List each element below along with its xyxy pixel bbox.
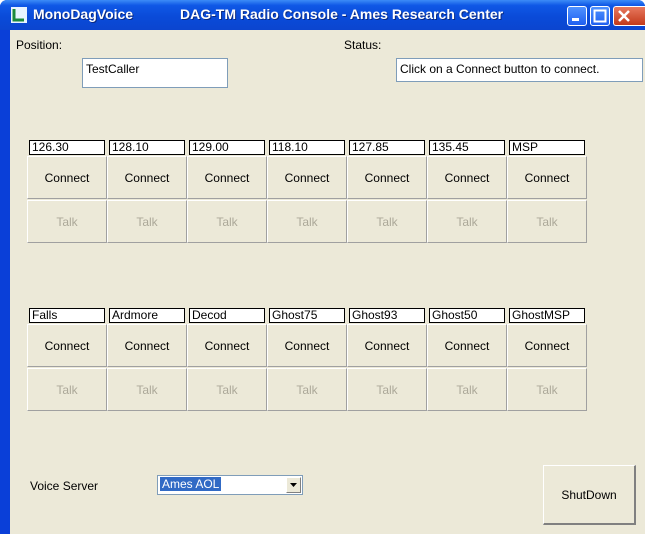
connect-button[interactable]: Connect bbox=[107, 324, 187, 367]
connect-button[interactable]: Connect bbox=[27, 324, 107, 367]
talk-button[interactable]: Talk bbox=[347, 368, 427, 411]
channel-label-field[interactable]: Ghost75 bbox=[269, 308, 345, 323]
connect-button[interactable]: Connect bbox=[27, 156, 107, 199]
connect-button[interactable]: Connect bbox=[187, 156, 267, 199]
title-bar[interactable]: MonoDagVoice DAG-TM Radio Console - Ames… bbox=[0, 0, 645, 30]
app-icon bbox=[11, 7, 27, 23]
channel-label-field[interactable]: Ghost50 bbox=[429, 308, 505, 323]
position-value: TestCaller bbox=[86, 62, 140, 76]
channel-label-field[interactable]: 126.30 bbox=[29, 140, 105, 155]
talk-button[interactable]: Talk bbox=[507, 200, 587, 243]
connect-button[interactable]: Connect bbox=[347, 324, 427, 367]
shutdown-label: ShutDown bbox=[561, 487, 617, 502]
voice-server-label: Voice Server bbox=[30, 479, 99, 493]
connect-button[interactable]: Connect bbox=[187, 324, 267, 367]
minimize-icon bbox=[572, 18, 579, 21]
channel-label-field[interactable]: 127.85 bbox=[349, 140, 425, 155]
talk-button[interactable]: Talk bbox=[427, 200, 507, 243]
channel-label-field[interactable]: GhostMSP bbox=[509, 308, 585, 323]
maximize-button[interactable] bbox=[590, 6, 610, 26]
connect-button[interactable]: Connect bbox=[507, 156, 587, 199]
channel-label-field[interactable]: MSP bbox=[509, 140, 585, 155]
position-field[interactable]: TestCaller bbox=[82, 58, 228, 88]
talk-button[interactable]: Talk bbox=[267, 200, 347, 243]
connect-button[interactable]: Connect bbox=[507, 324, 587, 367]
close-icon bbox=[618, 10, 630, 22]
talk-button[interactable]: Talk bbox=[347, 200, 427, 243]
talk-button[interactable]: Talk bbox=[27, 368, 107, 411]
shutdown-button[interactable]: ShutDown bbox=[543, 465, 636, 525]
position-label: Position: bbox=[16, 38, 63, 52]
window-title: DAG-TM Radio Console - Ames Research Cen… bbox=[180, 6, 504, 22]
connect-button[interactable]: Connect bbox=[427, 156, 507, 199]
voice-server-value: Ames AOL bbox=[160, 477, 222, 491]
channel-label-field[interactable]: Decod bbox=[189, 308, 265, 323]
talk-button[interactable]: Talk bbox=[27, 200, 107, 243]
minimize-button[interactable] bbox=[567, 6, 587, 26]
channel-label-field[interactable]: Falls bbox=[29, 308, 105, 323]
chevron-down-icon bbox=[290, 483, 297, 487]
status-value: Click on a Connect button to connect. bbox=[400, 62, 600, 76]
channel-label-field[interactable]: Ardmore bbox=[109, 308, 185, 323]
talk-button[interactable]: Talk bbox=[187, 200, 267, 243]
maximize-icon bbox=[593, 9, 607, 23]
client-area: Position: TestCaller Status: Click on a … bbox=[10, 30, 645, 534]
status-label: Status: bbox=[344, 38, 382, 52]
connect-button[interactable]: Connect bbox=[347, 156, 427, 199]
connect-button[interactable]: Connect bbox=[267, 156, 347, 199]
close-button[interactable] bbox=[613, 6, 645, 26]
talk-button[interactable]: Talk bbox=[427, 368, 507, 411]
connect-button[interactable]: Connect bbox=[107, 156, 187, 199]
channel-label-field[interactable]: 128.10 bbox=[109, 140, 185, 155]
app-window: MonoDagVoice DAG-TM Radio Console - Ames… bbox=[0, 0, 645, 534]
talk-button[interactable]: Talk bbox=[267, 368, 347, 411]
connect-button[interactable]: Connect bbox=[427, 324, 507, 367]
dropdown-button[interactable] bbox=[286, 477, 301, 493]
connect-button[interactable]: Connect bbox=[267, 324, 347, 367]
status-field: Click on a Connect button to connect. bbox=[396, 58, 643, 82]
talk-button[interactable]: Talk bbox=[507, 368, 587, 411]
talk-button[interactable]: Talk bbox=[107, 200, 187, 243]
talk-button[interactable]: Talk bbox=[107, 368, 187, 411]
app-name: MonoDagVoice bbox=[33, 6, 134, 22]
channel-label-field[interactable]: Ghost93 bbox=[349, 308, 425, 323]
channel-label-field[interactable]: 129.00 bbox=[189, 140, 265, 155]
channel-label-field[interactable]: 118.10 bbox=[269, 140, 345, 155]
voice-server-select[interactable]: Ames AOL bbox=[157, 475, 303, 495]
channel-label-field[interactable]: 135.45 bbox=[429, 140, 505, 155]
talk-button[interactable]: Talk bbox=[187, 368, 267, 411]
